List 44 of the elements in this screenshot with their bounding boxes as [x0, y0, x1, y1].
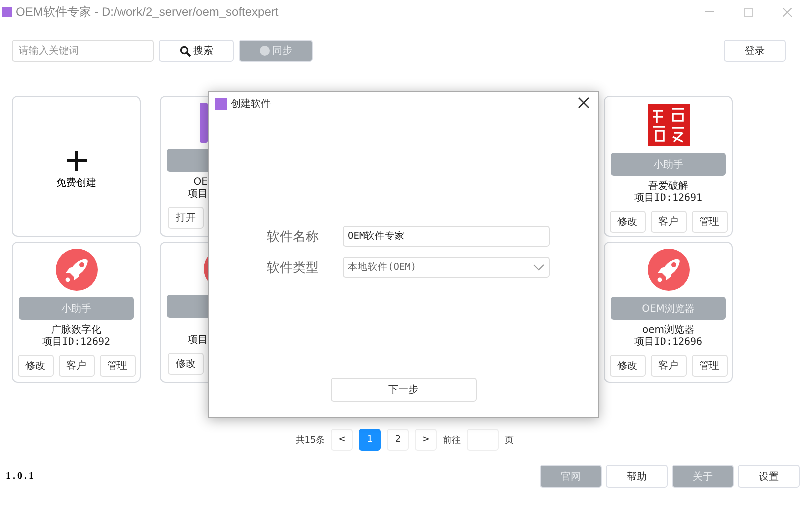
window-title: OEM软件专家 - D:/work/2_server/oem_softexpert	[16, 4, 279, 20]
project-name: oem浏览器	[642, 325, 694, 337]
project-id: 项目	[188, 335, 208, 347]
dialog-title: 创建软件	[231, 98, 271, 111]
login-button[interactable]: 登录	[724, 40, 786, 62]
project-id: 项目ID:12691	[634, 193, 703, 205]
page-button[interactable]: 2	[387, 429, 410, 451]
project-id: 项目ID:12692	[42, 337, 111, 349]
footer-button[interactable]: 帮助	[606, 465, 668, 488]
create-card[interactable]: 免费创建	[12, 96, 141, 237]
tag-label: 小助手	[19, 297, 134, 320]
prev-page-button[interactable]: <	[331, 429, 354, 451]
type-select[interactable]: 本地软件(OEM)	[343, 257, 550, 278]
card-button[interactable]: 打开	[168, 207, 204, 229]
version-label: 1.0.1	[6, 471, 36, 482]
project-id: 项目ID:12696	[634, 337, 703, 349]
card-button[interactable]: 管理	[692, 355, 728, 377]
card-button[interactable]: 修改	[18, 355, 54, 377]
field-label: 软件类型	[267, 260, 320, 276]
card-button[interactable]: 管理	[692, 211, 728, 233]
field-label: 软件名称	[267, 228, 320, 246]
search-button[interactable]: 搜索	[159, 40, 234, 62]
next-page-button[interactable]: >	[415, 429, 438, 451]
next-button[interactable]: 下一步	[330, 378, 476, 402]
project-name: 吾爱破解	[648, 181, 688, 193]
project-name: 广脉数字化	[52, 325, 102, 337]
tag-label: 小助手	[611, 153, 726, 176]
card-button[interactable]: 管理	[100, 355, 136, 377]
page-unit: 页	[505, 434, 514, 446]
name-input[interactable]: OEM软件专家	[343, 226, 550, 247]
footer-button[interactable]: 设置	[738, 465, 800, 488]
card-button[interactable]: 修改	[610, 355, 646, 377]
create-label: 免费创建	[56, 176, 96, 190]
goto-label: 前往	[443, 434, 462, 446]
card-button[interactable]: 修改	[168, 353, 204, 375]
search-field[interactable]: 请输入关键词	[12, 40, 154, 62]
total-count: 共15条	[296, 434, 326, 446]
card-button[interactable]: 客户	[58, 355, 94, 377]
card-button[interactable]: 客户	[650, 355, 686, 377]
card-button[interactable]: 修改	[610, 211, 646, 233]
project-id: 项目	[188, 189, 208, 201]
tag-label: OEM浏览器	[611, 297, 726, 320]
card-button[interactable]: 客户	[650, 211, 686, 233]
project-name: OE	[194, 177, 208, 189]
